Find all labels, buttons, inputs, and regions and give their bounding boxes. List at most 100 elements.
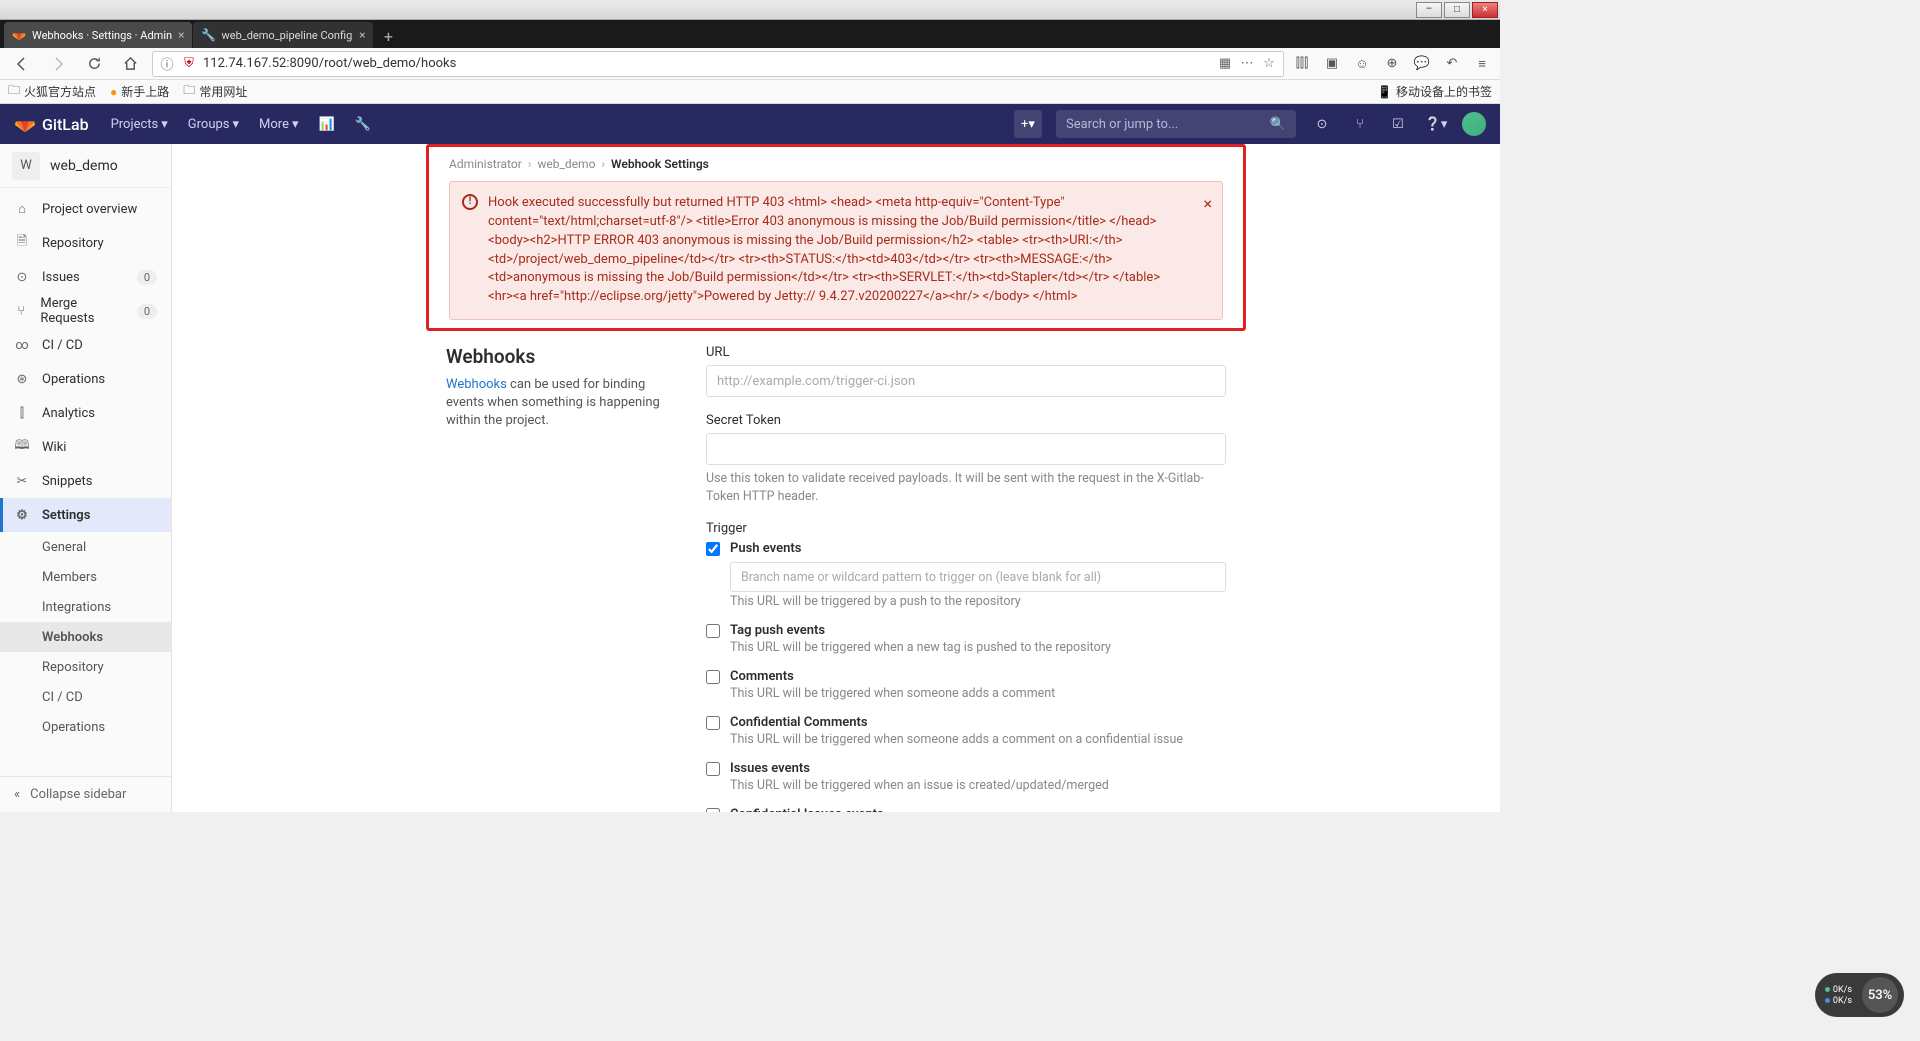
forward-button[interactable] xyxy=(44,50,72,78)
sidebar-subitem-ci-cd[interactable]: CI / CD xyxy=(0,682,171,712)
project-sidebar: W web_demo ⌂Project overview🗎Repository⊙… xyxy=(0,144,172,812)
alert-close-button[interactable]: × xyxy=(1203,192,1212,215)
window-close-button[interactable]: × xyxy=(1472,2,1498,18)
menu-icon[interactable]: ≡ xyxy=(1472,54,1492,74)
home-button[interactable] xyxy=(116,50,144,78)
trigger-label: Trigger xyxy=(706,521,1226,536)
site-info-icon[interactable]: ⓘ xyxy=(159,56,175,72)
sidebar-item-settings[interactable]: ⚙ Settings xyxy=(0,498,171,532)
account-icon[interactable]: ☺ xyxy=(1352,54,1372,74)
trigger-checkbox[interactable] xyxy=(706,670,720,684)
reload-button[interactable] xyxy=(80,50,108,78)
trigger-label: Comments xyxy=(730,669,794,684)
window-maximize-button[interactable]: □ xyxy=(1444,2,1470,18)
issues-icon[interactable]: ⊙ xyxy=(1310,112,1334,136)
nav-activity-icon[interactable]: 📊 xyxy=(311,111,343,138)
trigger-checkbox[interactable] xyxy=(706,624,720,638)
sidebar-subitem-operations[interactable]: Operations xyxy=(0,712,171,742)
sidebar-item-operations[interactable]: ⊛Operations xyxy=(0,362,171,396)
share-icon[interactable]: ↶ xyxy=(1442,54,1462,74)
trigger-checkbox[interactable] xyxy=(706,716,720,730)
window-titlebar: – □ × xyxy=(0,0,1500,20)
sidebar-item-label: Repository xyxy=(42,236,104,251)
trigger-checkbox[interactable] xyxy=(706,542,720,556)
back-button[interactable] xyxy=(8,50,36,78)
sidebar-item-analytics[interactable]: ⫿Analytics xyxy=(0,396,171,430)
search-icon: 🔍 xyxy=(1270,117,1286,132)
gitlab-search[interactable]: 🔍 xyxy=(1056,110,1296,138)
webhooks-doc-link[interactable]: Webhooks xyxy=(446,377,507,392)
sidebar-subitem-general[interactable]: General xyxy=(0,532,171,562)
tracking-protection-icon[interactable]: ⛨ xyxy=(181,56,197,72)
url-input[interactable] xyxy=(203,56,1211,71)
bookmark-item[interactable]: ●新手上路 xyxy=(110,83,169,100)
sidebar-item-icon: ⚙ xyxy=(14,508,30,523)
tab-close-icon[interactable]: × xyxy=(178,28,184,42)
sidebar-item-label: CI / CD xyxy=(42,338,83,353)
sidebar-item-wiki[interactable]: 🕮Wiki xyxy=(0,430,171,464)
branch-pattern-input[interactable] xyxy=(730,562,1226,592)
sidebar-item-repository[interactable]: 🗎Repository xyxy=(0,226,171,260)
page-actions-icon[interactable]: ⋯ xyxy=(1239,56,1255,72)
nav-admin-icon[interactable]: 🔧 xyxy=(347,111,379,138)
tab-close-icon[interactable]: × xyxy=(359,28,365,42)
mobile-icon: 📱 xyxy=(1377,85,1392,99)
help-icon[interactable]: ❔▾ xyxy=(1424,112,1448,136)
bookmark-mobile[interactable]: 📱移动设备上的书签 xyxy=(1377,83,1492,100)
section-heading: Webhooks xyxy=(446,345,666,368)
sidebar-item-label: Settings xyxy=(42,508,90,523)
browser-tab[interactable]: 🔧 web_demo_pipeline Config × xyxy=(193,22,373,48)
chat-icon[interactable]: 💬 xyxy=(1412,54,1432,74)
section-description: Webhooks can be used for binding events … xyxy=(446,376,666,431)
user-avatar[interactable] xyxy=(1462,112,1486,136)
bookmark-star-icon[interactable]: ☆ xyxy=(1261,56,1277,72)
sidebar-item-label: Analytics xyxy=(42,406,95,421)
secret-token-label: Secret Token xyxy=(706,413,1226,428)
trigger-checkbox[interactable] xyxy=(706,762,720,776)
trigger-tag-push-events: Tag push eventsThis URL will be triggere… xyxy=(706,623,1226,655)
sidebar-item-snippets[interactable]: ✂Snippets xyxy=(0,464,171,498)
url-bar[interactable]: ⓘ ⛨ ▦ ⋯ ☆ xyxy=(152,51,1284,77)
project-name: web_demo xyxy=(50,158,118,174)
sidebar-item-merge-requests[interactable]: ⑂Merge Requests0 xyxy=(0,294,171,328)
sidebar-item-issues[interactable]: ⊙Issues0 xyxy=(0,260,171,294)
url-input[interactable] xyxy=(706,365,1226,397)
collapse-sidebar-button[interactable]: « Collapse sidebar xyxy=(0,776,171,812)
secret-token-input[interactable] xyxy=(706,433,1226,465)
bookmark-item[interactable]: 🗀火狐官方站点 xyxy=(8,81,96,102)
window-minimize-button[interactable]: – xyxy=(1416,2,1442,18)
trigger-description: This URL will be triggered when someone … xyxy=(730,732,1226,747)
collapse-icon: « xyxy=(14,787,20,802)
sidebar-item-label: Wiki xyxy=(42,440,66,455)
trigger-label: Push events xyxy=(730,541,801,556)
new-tab-button[interactable]: + xyxy=(374,24,402,48)
breadcrumb-item[interactable]: web_demo xyxy=(537,157,595,171)
sidebar-icon[interactable]: ▣ xyxy=(1322,54,1342,74)
breadcrumb-item[interactable]: Administrator xyxy=(449,157,522,171)
nav-groups[interactable]: Groups▾ xyxy=(180,111,247,138)
todos-icon[interactable]: ☑ xyxy=(1386,112,1410,136)
sidebar-subitem-members[interactable]: Members xyxy=(0,562,171,592)
sidebar-item-project-overview[interactable]: ⌂Project overview xyxy=(0,192,171,226)
library-icon[interactable]: ⫿⫿⫿ xyxy=(1292,54,1312,74)
browser-tab[interactable]: Webhooks · Settings · Admin × xyxy=(4,22,192,48)
sidebar-item-label: Snippets xyxy=(42,474,93,489)
network-speed-widget[interactable]: 0K/s 0K/s 53% xyxy=(1815,973,1904,1017)
sidebar-item-ci-cd[interactable]: ∞CI / CD xyxy=(0,328,171,362)
create-new-button[interactable]: +▾ xyxy=(1014,110,1042,138)
sidebar-subitem-integrations[interactable]: Integrations xyxy=(0,592,171,622)
shield-icon[interactable]: ⊕ xyxy=(1382,54,1402,74)
sidebar-project-header[interactable]: W web_demo xyxy=(0,144,171,188)
qr-icon[interactable]: ▦ xyxy=(1217,56,1233,72)
bookmark-item[interactable]: 🗀常用网址 xyxy=(183,81,247,102)
search-input[interactable] xyxy=(1066,117,1262,132)
nav-more[interactable]: More▾ xyxy=(251,111,306,138)
trigger-label: Tag push events xyxy=(730,623,825,638)
gitlab-logo[interactable]: GitLab xyxy=(14,113,89,135)
nav-projects[interactable]: Projects▾ xyxy=(103,111,176,138)
merge-requests-icon[interactable]: ⑂ xyxy=(1348,112,1372,136)
trigger-checkbox[interactable] xyxy=(706,808,720,812)
sidebar-subitem-webhooks[interactable]: Webhooks xyxy=(0,622,171,652)
sidebar-subitem-repository[interactable]: Repository xyxy=(0,652,171,682)
gitlab-brand-text: GitLab xyxy=(42,115,89,134)
